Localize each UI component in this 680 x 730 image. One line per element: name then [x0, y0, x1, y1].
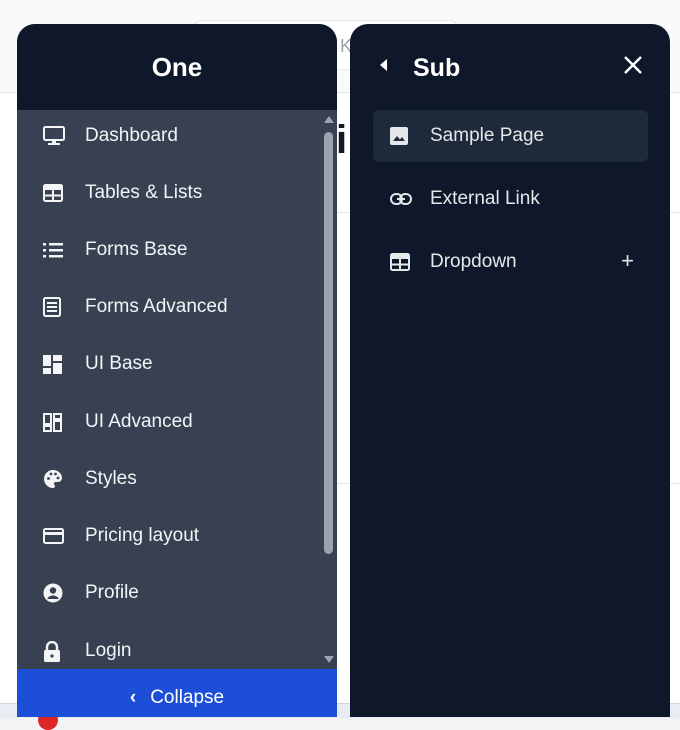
- palette-icon: [43, 467, 83, 491]
- form-icon: [43, 295, 83, 319]
- sidebar-brand[interactable]: One: [17, 24, 337, 110]
- sidebar-item-pricing-layout[interactable]: Pricing layout: [17, 516, 317, 556]
- table-icon: [43, 181, 83, 205]
- sidebar-item-dashboard[interactable]: Dashboard: [17, 116, 317, 156]
- sidebar-item-label: Forms Advanced: [85, 296, 228, 317]
- scroll-up-arrow-icon[interactable]: [324, 116, 334, 123]
- credit-card-icon: [43, 524, 83, 548]
- list-icon: [43, 238, 83, 262]
- sidebar-item-forms-base[interactable]: Forms Base: [17, 230, 317, 270]
- close-icon[interactable]: [622, 54, 644, 76]
- monitor-icon: [43, 124, 83, 148]
- sidebar-item-label: Pricing layout: [85, 525, 200, 546]
- scroll-down-arrow-icon[interactable]: [324, 656, 334, 663]
- collapse-button[interactable]: ‹ Collapse: [17, 669, 337, 717]
- widgets-icon: [43, 410, 83, 434]
- grid-icon: [43, 352, 83, 376]
- user-circle-icon: [43, 581, 83, 605]
- link-icon: [390, 193, 430, 205]
- back-arrow-icon[interactable]: [380, 59, 387, 71]
- collapse-label: Collapse: [150, 687, 225, 708]
- sidebar-scrollbar[interactable]: [320, 110, 337, 670]
- sub-item-external-link[interactable]: External Link: [373, 173, 648, 225]
- sub-item-sample-page[interactable]: Sample Page: [373, 110, 648, 162]
- lock-icon: [43, 639, 83, 663]
- sidebar-item-forms-advanced[interactable]: Forms Advanced: [17, 287, 317, 327]
- sub-menu-title: Sub: [413, 54, 461, 82]
- sidebar-item-profile[interactable]: Profile: [17, 573, 317, 613]
- sidebar-item-styles[interactable]: Styles: [17, 459, 317, 499]
- sidebar-item-label: Profile: [85, 582, 139, 603]
- sidebar: One Dashboard Tables & Lists Forms Base …: [17, 24, 337, 717]
- chevron-left-icon: ‹: [129, 687, 137, 708]
- table-icon: [390, 253, 430, 271]
- sidebar-menu: Dashboard Tables & Lists Forms Base Form…: [17, 110, 337, 670]
- sub-item-label: Sample Page: [430, 125, 545, 146]
- sidebar-item-label: Forms Base: [85, 239, 188, 260]
- sidebar-item-label: UI Advanced: [85, 411, 193, 432]
- sidebar-item-label: Tables & Lists: [85, 182, 203, 203]
- plus-icon[interactable]: +: [621, 248, 634, 274]
- sub-item-label: External Link: [430, 188, 540, 209]
- sidebar-item-label: Styles: [85, 468, 137, 489]
- sidebar-item-ui-base[interactable]: UI Base: [17, 344, 317, 384]
- sidebar-item-tables-lists[interactable]: Tables & Lists: [17, 173, 317, 213]
- sub-menu-header: Sub: [350, 24, 670, 110]
- sidebar-item-ui-advanced[interactable]: UI Advanced: [17, 402, 317, 442]
- image-icon: [390, 127, 430, 145]
- sub-item-label: Dropdown: [430, 251, 517, 272]
- sub-item-dropdown[interactable]: Dropdown +: [373, 236, 648, 288]
- sidebar-item-login[interactable]: Login: [17, 631, 317, 670]
- sidebar-item-label: Dashboard: [85, 125, 178, 146]
- scrollbar-thumb[interactable]: [324, 132, 333, 554]
- sub-menu-panel: Sub Sample Page External Link Dropdown +: [350, 24, 670, 717]
- sidebar-item-label: UI Base: [85, 353, 153, 374]
- background-page-title: i: [336, 118, 348, 162]
- sidebar-item-label: Login: [85, 640, 132, 661]
